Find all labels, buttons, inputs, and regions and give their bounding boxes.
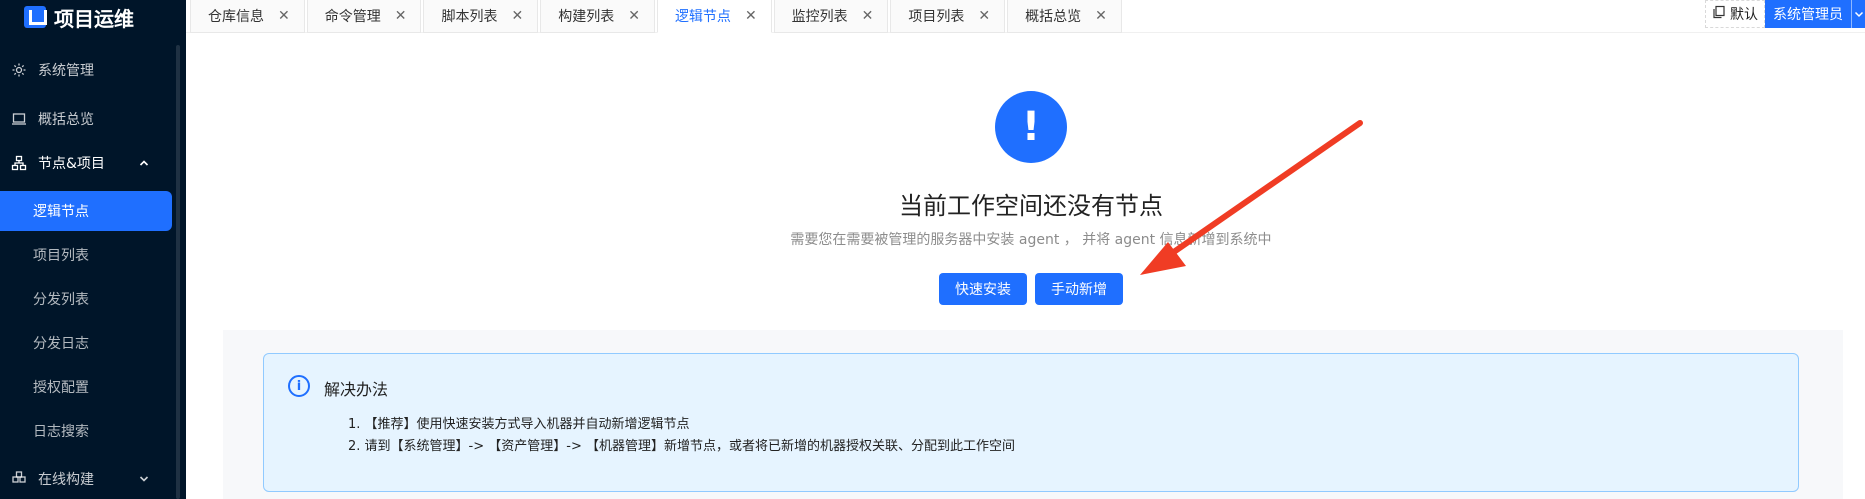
tab-build-list[interactable]: 构建列表 ✕ <box>540 0 655 33</box>
sidebar-item-project-list[interactable]: 项目列表 <box>0 235 172 275</box>
sidebar-item-auth-config[interactable]: 授权配置 <box>0 367 172 407</box>
close-icon[interactable]: ✕ <box>278 9 290 23</box>
tab-label: 逻辑节点 <box>674 9 731 25</box>
cluster-icon <box>9 153 29 173</box>
close-icon[interactable]: ✕ <box>745 9 757 23</box>
close-icon[interactable]: ✕ <box>1095 9 1107 23</box>
tab-label: 构建列表 <box>558 9 615 25</box>
logo-icon <box>24 6 47 28</box>
sidebar-item-dispatch-list[interactable]: 分发列表 <box>0 279 172 319</box>
tab-label: 监控列表 <box>791 9 848 25</box>
list-item: 1. 【推荐】使用快速安装方式导入机器并自动新增逻辑节点 <box>348 417 690 432</box>
app-root: 项目运维 系统管理 概括总览 节点&项目 逻辑节点 项目列表 分发列表 分发日志… <box>0 0 1865 499</box>
user-menu-button[interactable]: 系统管理员 <box>1765 0 1851 28</box>
sidebar: 项目运维 系统管理 概括总览 节点&项目 逻辑节点 项目列表 分发列表 分发日志… <box>0 0 186 499</box>
tab-bar: 仓库信息 ✕ 命令管理 ✕ 脚本列表 ✕ 构建列表 ✕ 逻辑节点 ✕ 监控列表 … <box>190 0 1124 33</box>
empty-state-subtitle: 需要您在需要被管理的服务器中安装 agent ， 并将 agent 信息新增到系… <box>790 232 1272 248</box>
header-actions: 默认 系统管理员 <box>1705 0 1865 28</box>
sidebar-item-system[interactable]: 系统管理 <box>0 50 176 90</box>
tab-logic-nodes[interactable]: 逻辑节点 ✕ <box>656 0 772 33</box>
tab-repo-info[interactable]: 仓库信息 ✕ <box>190 0 305 33</box>
sidebar-scrollbar[interactable] <box>176 45 180 499</box>
chevron-up-icon <box>136 155 152 171</box>
copy-icon <box>1712 5 1726 23</box>
alert-title: 解决办法 <box>324 380 389 399</box>
sidebar-item-log-search[interactable]: 日志搜索 <box>0 411 172 451</box>
sidebar-item-dispatch-log[interactable]: 分发日志 <box>0 323 172 363</box>
sidebar-item-label: 在线构建 <box>38 472 94 488</box>
workspace-switcher[interactable]: 默认 <box>1705 0 1765 28</box>
list-item: 2. 请到【系统管理】-> 【资产管理】-> 【机器管理】新增节点，或者将已新增… <box>348 439 1015 454</box>
chevron-down-icon[interactable] <box>1851 0 1865 28</box>
sidebar-item-label: 概括总览 <box>38 112 94 128</box>
tab-monitor-list[interactable]: 监控列表 ✕ <box>773 0 889 33</box>
tab-overview[interactable]: 概括总览 ✕ <box>1007 0 1122 33</box>
tab-label: 概括总览 <box>1025 9 1082 25</box>
close-icon[interactable]: ✕ <box>978 9 990 23</box>
tab-project-list[interactable]: 项目列表 ✕ <box>890 0 1006 33</box>
sidebar-item-label: 系统管理 <box>38 63 94 79</box>
info-icon: i <box>288 375 310 397</box>
empty-state-title: 当前工作空间还没有节点 <box>899 192 1163 220</box>
tab-label: 脚本列表 <box>441 9 498 25</box>
sidebar-item-label: 节点&项目 <box>38 156 105 172</box>
gear-icon <box>9 60 29 80</box>
close-icon[interactable]: ✕ <box>862 9 874 23</box>
manual-add-button[interactable]: 手动新增 <box>1035 273 1123 305</box>
app-title: 项目运维 <box>54 6 134 31</box>
sidebar-item-online-build[interactable]: 在线构建 <box>0 459 176 499</box>
sidebar-item-logic-nodes[interactable]: 逻辑节点 <box>0 191 172 231</box>
sidebar-item-nodes-projects[interactable]: 节点&项目 <box>0 143 176 183</box>
workspace-name: 默认 <box>1730 7 1758 23</box>
tab-command-manage[interactable]: 命令管理 ✕ <box>306 0 422 33</box>
chevron-down-icon <box>136 471 152 487</box>
close-icon[interactable]: ✕ <box>511 9 523 23</box>
tab-label: 命令管理 <box>324 9 381 25</box>
build-icon <box>9 469 29 489</box>
close-icon[interactable]: ✕ <box>395 9 407 23</box>
sidebar-item-overview[interactable]: 概括总览 <box>0 99 176 139</box>
solution-alert: i 解决办法 1. 【推荐】使用快速安装方式导入机器并自动新增逻辑节点 2. 请… <box>263 353 1799 492</box>
app-logo[interactable]: 项目运维 <box>24 2 134 32</box>
tab-label: 项目列表 <box>908 9 965 25</box>
tab-script-list[interactable]: 脚本列表 ✕ <box>423 0 539 33</box>
laptop-icon <box>9 109 29 129</box>
exclamation-icon: ! <box>995 91 1067 163</box>
quick-install-button[interactable]: 快速安装 <box>939 273 1027 305</box>
solution-steps: 1. 【推荐】使用快速安装方式导入机器并自动新增逻辑节点 2. 请到【系统管理】… <box>348 414 1015 458</box>
close-icon[interactable]: ✕ <box>628 9 640 23</box>
tab-label: 仓库信息 <box>208 9 264 25</box>
